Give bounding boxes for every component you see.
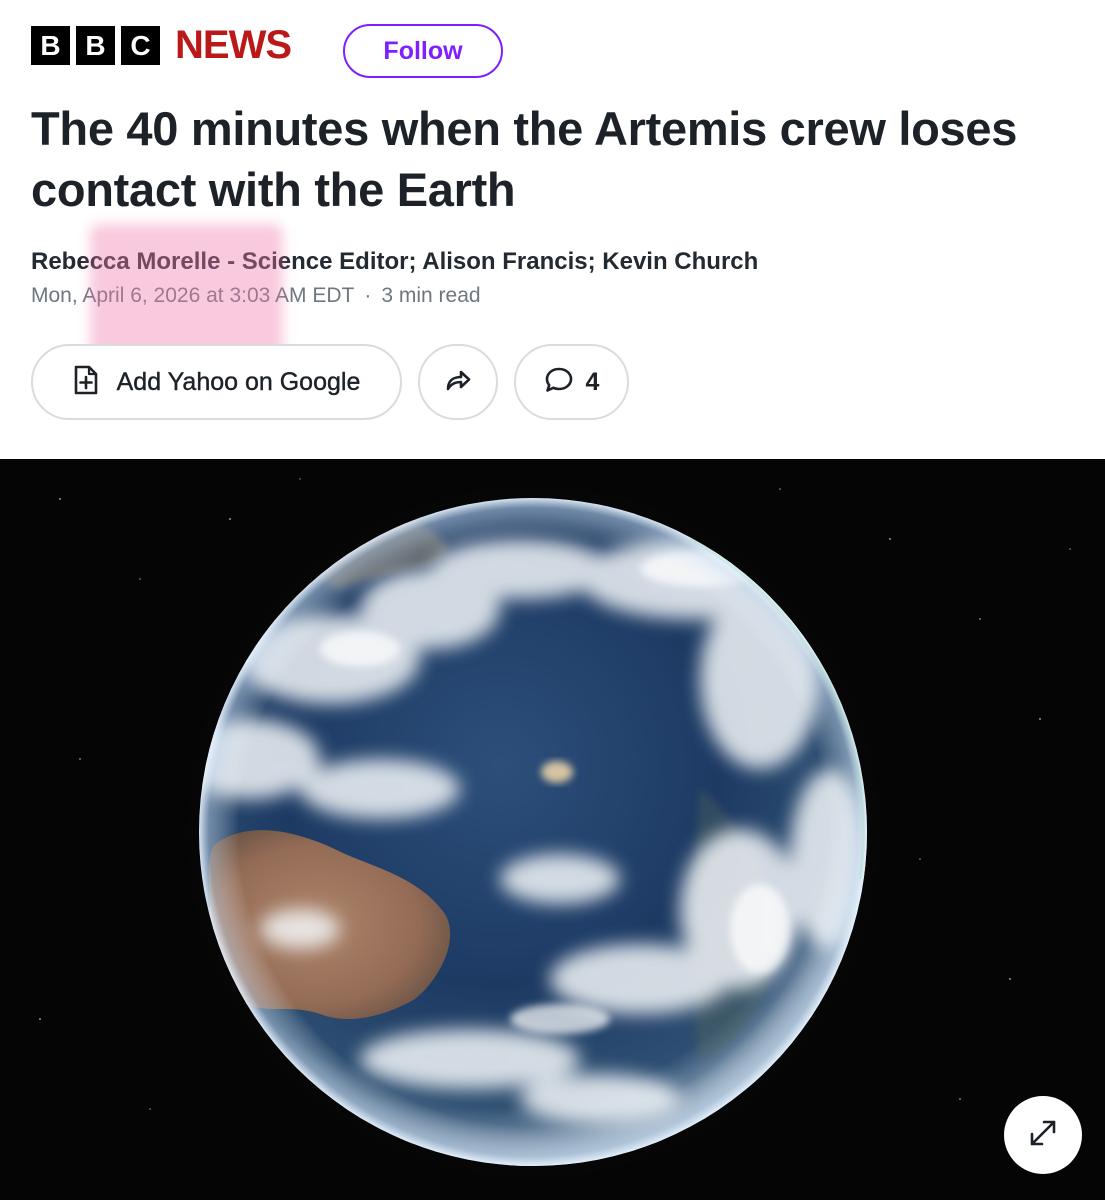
- logo-letter-c: C: [121, 26, 160, 65]
- logo-letter-b1: B: [31, 26, 70, 65]
- earth-image: [39, 472, 1071, 1192]
- article-byline: Rebecca Morelle - Science Editor; Alison…: [31, 248, 759, 275]
- site-header: B B C NEWS: [31, 23, 292, 67]
- read-time: 3 min read: [381, 284, 481, 307]
- document-plus-icon: [73, 365, 99, 400]
- add-yahoo-label: Add Yahoo on Google: [116, 367, 361, 396]
- meta-separator: ·: [364, 284, 372, 307]
- bbc-news-logo[interactable]: B B C NEWS: [31, 23, 292, 67]
- share-arrow-icon: [444, 367, 472, 398]
- comments-button[interactable]: 4: [514, 344, 629, 420]
- article-meta: Mon, April 6, 2026 at 3:03 AM EDT · 3 mi…: [31, 284, 481, 308]
- expand-image-button[interactable]: [1004, 1096, 1082, 1174]
- speech-bubble-icon: [544, 366, 574, 399]
- logo-news-word: NEWS: [175, 23, 292, 67]
- article-date: Mon, April 6, 2026 at 3:03 AM EDT: [31, 284, 355, 307]
- expand-diagonal-icon: [1026, 1116, 1060, 1155]
- comment-count: 4: [585, 367, 600, 396]
- article-headline: The 40 minutes when the Artemis crew los…: [31, 102, 1018, 216]
- hero-image-earth[interactable]: [0, 459, 1105, 1200]
- share-button[interactable]: [418, 344, 498, 420]
- follow-button[interactable]: Follow: [343, 24, 503, 78]
- logo-letter-b2: B: [76, 26, 115, 65]
- add-yahoo-on-google-button[interactable]: Add Yahoo on Google: [31, 344, 402, 420]
